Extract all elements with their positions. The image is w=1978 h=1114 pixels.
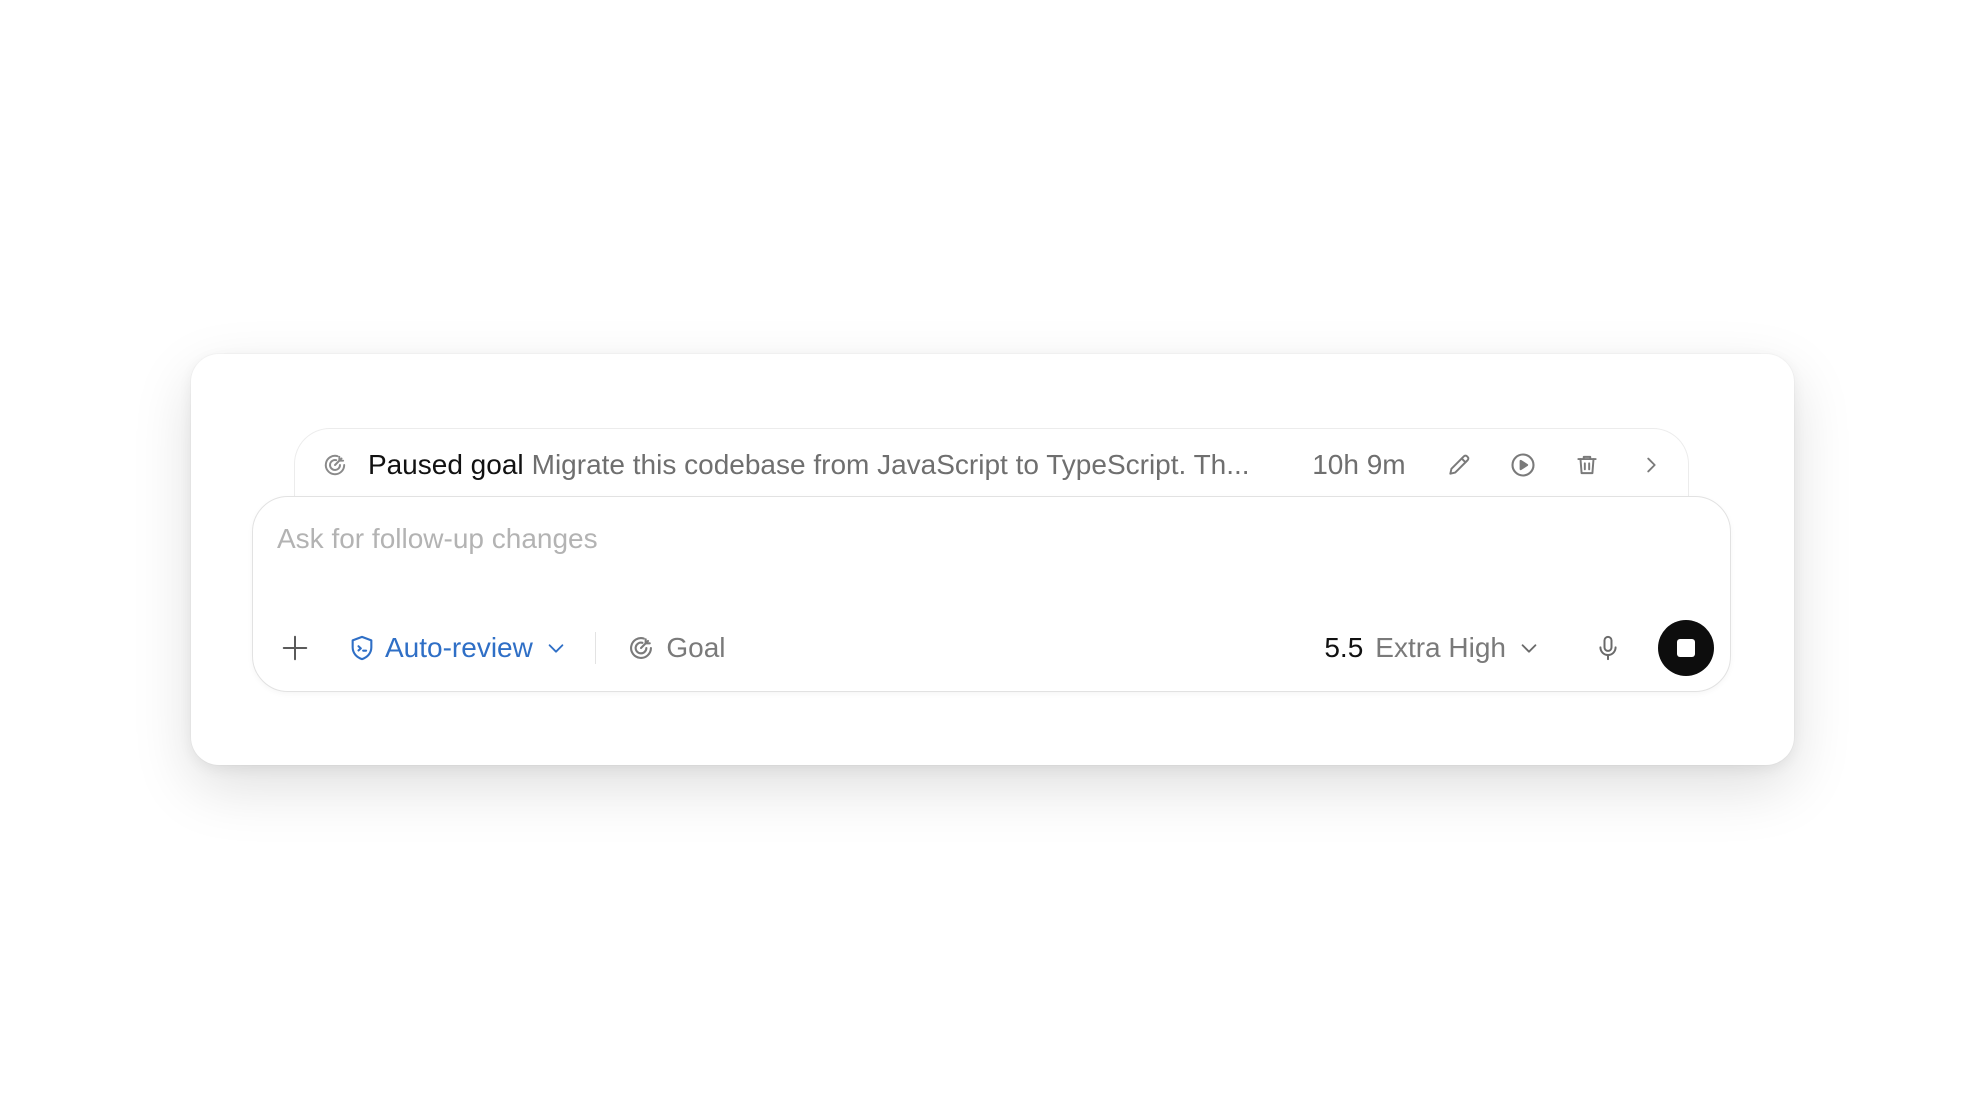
edit-goal-button[interactable] (1442, 448, 1476, 482)
chevron-down-icon (545, 637, 567, 659)
follow-up-input[interactable] (277, 519, 1677, 559)
shield-icon (347, 633, 377, 663)
toolbar-divider (594, 632, 597, 664)
goal-icon (626, 633, 656, 663)
delete-goal-button[interactable] (1570, 448, 1604, 482)
reasoning-effort: Extra High (1375, 632, 1506, 663)
model-version: 5.5 (1324, 632, 1364, 663)
chevron-down-icon (1518, 637, 1540, 659)
stop-button[interactable] (1658, 620, 1714, 676)
voice-input-button[interactable] (1588, 628, 1628, 668)
plus-icon (282, 635, 308, 661)
goal-elapsed-time: 10h 9m (1312, 448, 1406, 480)
add-attachment-button[interactable] (277, 630, 313, 666)
goal-status-bar[interactable]: Paused goal Migrate this codebase from J… (294, 428, 1689, 500)
goal-description: Migrate this codebase from JavaScript to… (531, 448, 1250, 480)
auto-review-dropdown[interactable]: Auto-review (347, 632, 567, 664)
stop-icon (1677, 639, 1695, 657)
play-icon (1511, 452, 1535, 477)
edit-icon (1449, 454, 1470, 475)
goal-icon (320, 450, 350, 480)
goal-button-label: Goal (666, 632, 726, 663)
auto-review-label: Auto-review (385, 632, 533, 663)
goal-button[interactable]: Goal (626, 632, 726, 664)
chevron-right-icon (1647, 457, 1656, 472)
microphone-icon (1599, 635, 1617, 661)
goal-actions (1442, 448, 1668, 482)
goal-status-label: Paused goal (367, 448, 524, 480)
model-selector[interactable]: 5.5 Extra High (1324, 632, 1540, 664)
composer: Auto-review Goal 5.5 Extra High (252, 496, 1731, 692)
expand-goal-button[interactable] (1634, 448, 1668, 482)
resume-goal-button[interactable] (1506, 448, 1540, 482)
trash-icon (1577, 455, 1597, 474)
composer-toolbar: Auto-review Goal 5.5 Extra High (277, 619, 1714, 677)
